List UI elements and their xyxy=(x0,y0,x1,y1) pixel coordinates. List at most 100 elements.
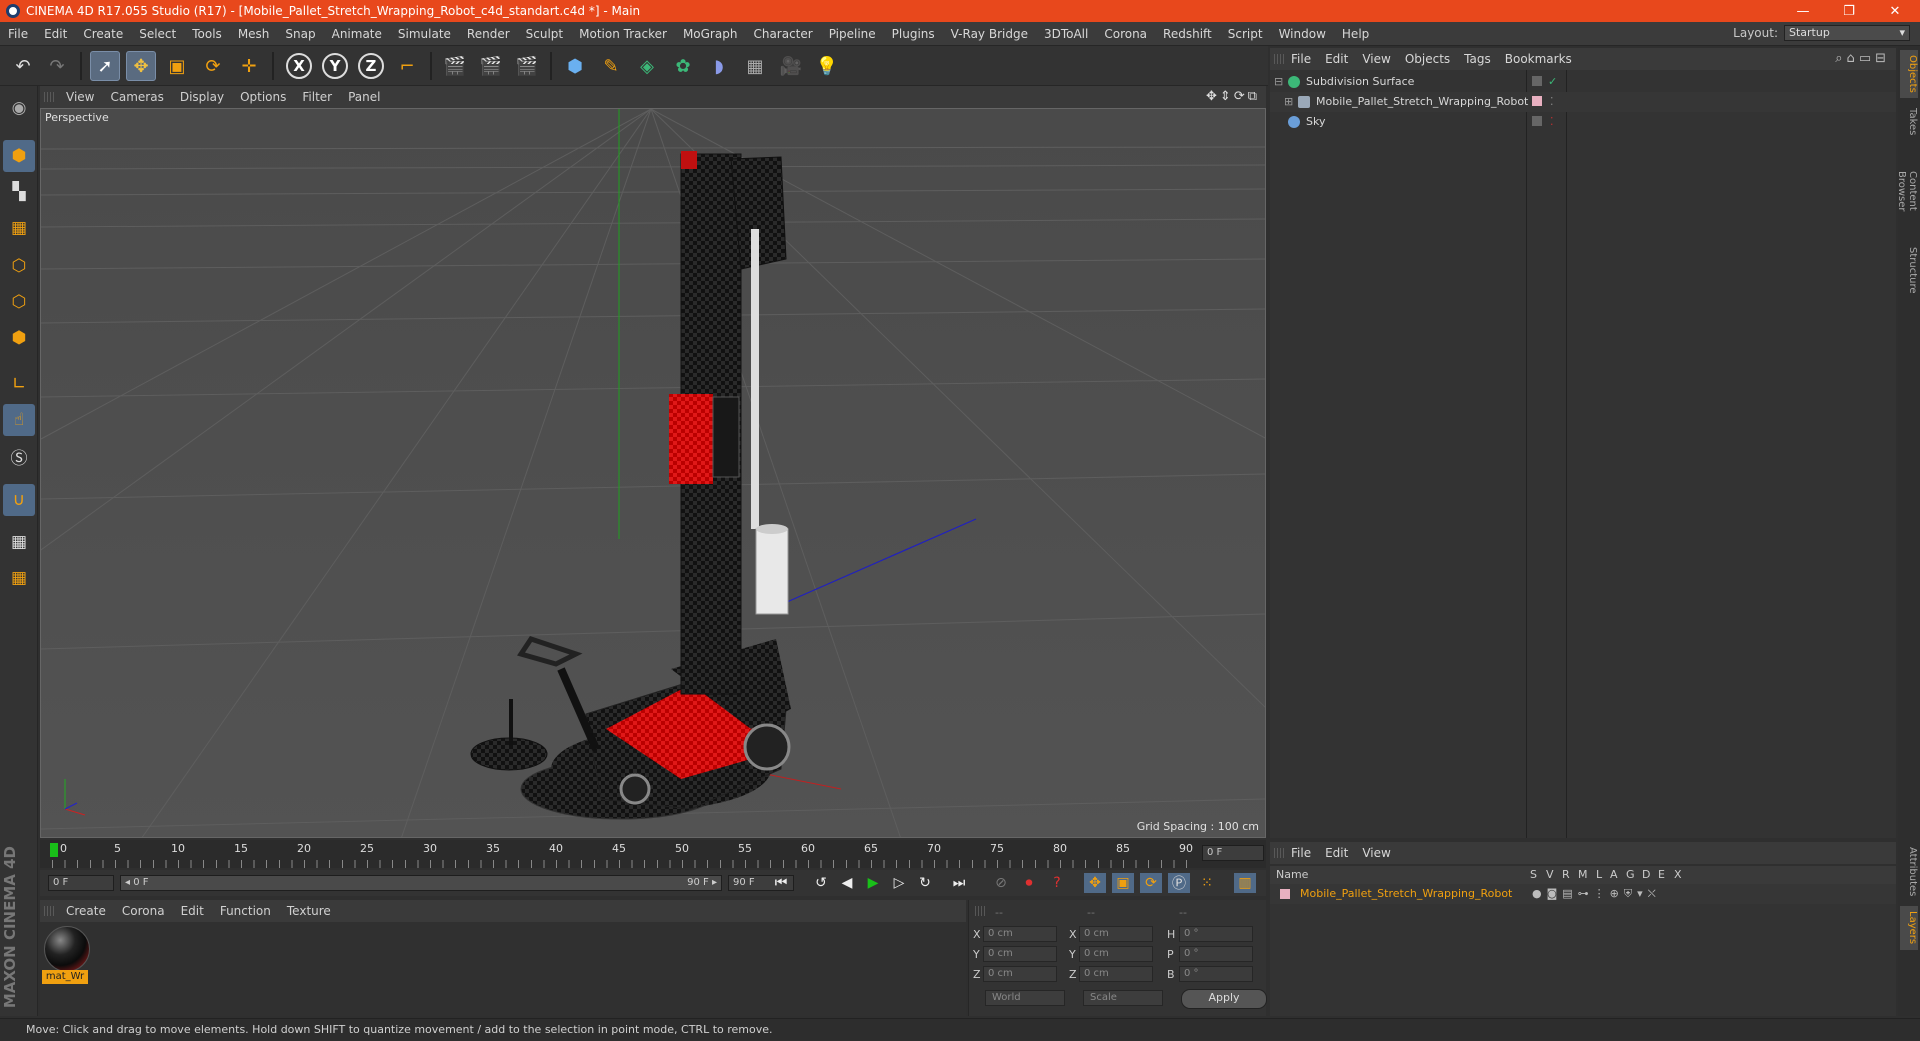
transform-tool-icon[interactable]: ✛ xyxy=(234,51,264,81)
next-key-icon[interactable]: ↻ xyxy=(914,873,936,893)
visibility-dots[interactable]: ⁚ xyxy=(1550,92,1554,112)
om-menu-objects[interactable]: Objects xyxy=(1398,52,1457,66)
layer-color-swatch[interactable] xyxy=(1280,889,1290,899)
coordinate-space-dropdown[interactable]: World xyxy=(985,990,1065,1006)
x-axis-lock-button[interactable]: X xyxy=(286,53,312,79)
layer-row[interactable]: Mobile_Pallet_Stretch_Wrapping_Robot ●◙▤… xyxy=(1270,884,1896,904)
menu-help[interactable]: Help xyxy=(1334,27,1377,41)
panel-grip[interactable] xyxy=(44,92,54,102)
previous-frame-icon[interactable]: ◀ xyxy=(836,873,858,893)
material-menu-corona[interactable]: Corona xyxy=(114,904,173,918)
rot-b-field[interactable]: 0 ° xyxy=(1179,966,1253,982)
om-menu-edit[interactable]: Edit xyxy=(1318,52,1355,66)
menu-vray-bridge[interactable]: V-Ray Bridge xyxy=(943,27,1036,41)
locked-workplane-icon[interactable]: ▦ xyxy=(3,526,35,558)
size-mode-dropdown[interactable]: Scale xyxy=(1083,990,1163,1006)
object-row[interactable]: Sky ⁚ xyxy=(1270,112,1896,132)
menu-3dtoall[interactable]: 3DToAll xyxy=(1036,27,1096,41)
cube-primitive-icon[interactable]: ⬢ xyxy=(560,51,590,81)
play-icon[interactable]: ▶ xyxy=(862,873,884,893)
scale-tool-icon[interactable]: ▣ xyxy=(162,51,192,81)
pen-spline-icon[interactable]: ✎ xyxy=(596,51,626,81)
size-y-field[interactable]: 0 cm xyxy=(1079,946,1153,962)
magnet-icon[interactable]: ∪ xyxy=(3,484,35,516)
tab-structure[interactable]: Structure xyxy=(1900,240,1918,300)
frame-range-slider[interactable]: ◂ 0 F 90 F ▸ xyxy=(120,875,722,891)
rotate-tool-icon[interactable]: ⟳ xyxy=(198,51,228,81)
undo-icon[interactable]: ↶ xyxy=(8,51,38,81)
rot-h-field[interactable]: 0 ° xyxy=(1179,926,1253,942)
enabled-check-icon[interactable]: ✓ xyxy=(1548,72,1557,92)
menu-animate[interactable]: Animate xyxy=(324,27,390,41)
om-menu-bookmarks[interactable]: Bookmarks xyxy=(1498,52,1579,66)
render-disabled-dots[interactable]: ⁚ xyxy=(1550,112,1554,132)
cloner-icon[interactable]: ✿ xyxy=(668,51,698,81)
size-x-field[interactable]: 0 cm xyxy=(1079,926,1153,942)
viewport-menu-view[interactable]: View xyxy=(58,90,102,104)
deformer-icon[interactable]: ◗ xyxy=(704,51,734,81)
panel-grip[interactable] xyxy=(1274,848,1284,858)
tab-layers[interactable]: Layers xyxy=(1900,906,1918,950)
render-picture-viewer-icon[interactable]: 🎬 xyxy=(476,51,506,81)
viewport-menu-display[interactable]: Display xyxy=(172,90,232,104)
menu-character[interactable]: Character xyxy=(745,27,820,41)
coordinate-system-icon[interactable]: ⌐ xyxy=(392,51,422,81)
rot-p-field[interactable]: 0 ° xyxy=(1179,946,1253,962)
panel-grip[interactable] xyxy=(975,906,985,916)
menu-motion-tracker[interactable]: Motion Tracker xyxy=(571,27,675,41)
lm-menu-edit[interactable]: Edit xyxy=(1318,846,1355,860)
current-frame-field[interactable]: 0 F xyxy=(1202,845,1264,861)
texture-mode-icon[interactable]: ▚ xyxy=(3,176,35,208)
start-frame-field[interactable]: 0 F xyxy=(48,875,114,891)
key-rotation-icon[interactable]: ⟳ xyxy=(1140,873,1162,893)
tweak-mode-icon[interactable]: ☝ xyxy=(3,404,35,436)
close-button[interactable]: ✕ xyxy=(1872,0,1918,22)
lm-menu-view[interactable]: View xyxy=(1355,846,1397,860)
menu-create[interactable]: Create xyxy=(75,27,131,41)
om-toolbar-icons[interactable]: ⌕⌂▭⊟ xyxy=(1835,51,1890,66)
om-menu-tags[interactable]: Tags xyxy=(1457,52,1498,66)
key-parameter-icon[interactable]: Ⓟ xyxy=(1168,873,1190,893)
live-selection-icon[interactable]: ➚ xyxy=(90,51,120,81)
keyframe-selection-icon[interactable]: ? xyxy=(1046,873,1068,893)
menu-redshift[interactable]: Redshift xyxy=(1155,27,1220,41)
viewport-menu-panel[interactable]: Panel xyxy=(340,90,388,104)
make-editable-icon[interactable]: ◉ xyxy=(3,92,35,124)
timeline-window-icon[interactable]: ▥ xyxy=(1234,873,1256,893)
layer-toggle-icons[interactable]: ●◙▤⊶⋮⊕⛨▾⛌ xyxy=(1532,884,1661,904)
menu-plugins[interactable]: Plugins xyxy=(884,27,943,41)
snap-icon[interactable]: Ⓢ xyxy=(3,440,35,472)
camera-icon[interactable]: 🎥 xyxy=(776,51,806,81)
expand-icon[interactable]: ⊞ xyxy=(1284,92,1293,112)
polygons-mode-icon[interactable]: ⬢ xyxy=(3,322,35,354)
visibility-dots[interactable] xyxy=(1532,116,1542,126)
edges-mode-icon[interactable]: ⬡ xyxy=(3,286,35,318)
perspective-viewport[interactable]: Perspective Grid Spacing : 100 cm xyxy=(40,108,1266,838)
workplane-icon[interactable]: ▦ xyxy=(3,212,35,244)
layer-color-tag[interactable] xyxy=(1532,96,1542,106)
render-settings-icon[interactable]: 🎬 xyxy=(512,51,542,81)
object-row[interactable]: ⊞ Mobile_Pallet_Stretch_Wrapping_Robot ⁚ xyxy=(1270,92,1896,112)
menu-sculpt[interactable]: Sculpt xyxy=(518,27,571,41)
om-menu-view[interactable]: View xyxy=(1355,52,1397,66)
move-tool-icon[interactable]: ✥ xyxy=(126,51,156,81)
menu-file[interactable]: File xyxy=(0,27,36,41)
menu-corona[interactable]: Corona xyxy=(1096,27,1155,41)
record-keyframes-icon[interactable]: ⊘ xyxy=(990,873,1012,893)
pos-z-field[interactable]: 0 cm xyxy=(983,966,1057,982)
planar-workplane-icon[interactable]: ▦ xyxy=(3,562,35,594)
go-to-start-icon[interactable]: ⏮ xyxy=(770,873,792,893)
viewport-menu-filter[interactable]: Filter xyxy=(294,90,340,104)
panel-grip[interactable] xyxy=(1274,54,1284,64)
size-z-field[interactable]: 0 cm xyxy=(1079,966,1153,982)
menu-edit[interactable]: Edit xyxy=(36,27,75,41)
axis-mode-icon[interactable]: ∟ xyxy=(3,368,35,400)
autokeying-icon[interactable]: ⏺ xyxy=(1018,873,1040,893)
menu-script[interactable]: Script xyxy=(1220,27,1271,41)
maximize-button[interactable]: ❐ xyxy=(1826,0,1872,22)
material-swatch[interactable]: mat_Wr xyxy=(40,922,92,988)
collapse-icon[interactable]: ⊟ xyxy=(1274,72,1283,92)
visibility-dots[interactable] xyxy=(1532,76,1542,86)
material-menu-create[interactable]: Create xyxy=(58,904,114,918)
material-menu-edit[interactable]: Edit xyxy=(173,904,212,918)
